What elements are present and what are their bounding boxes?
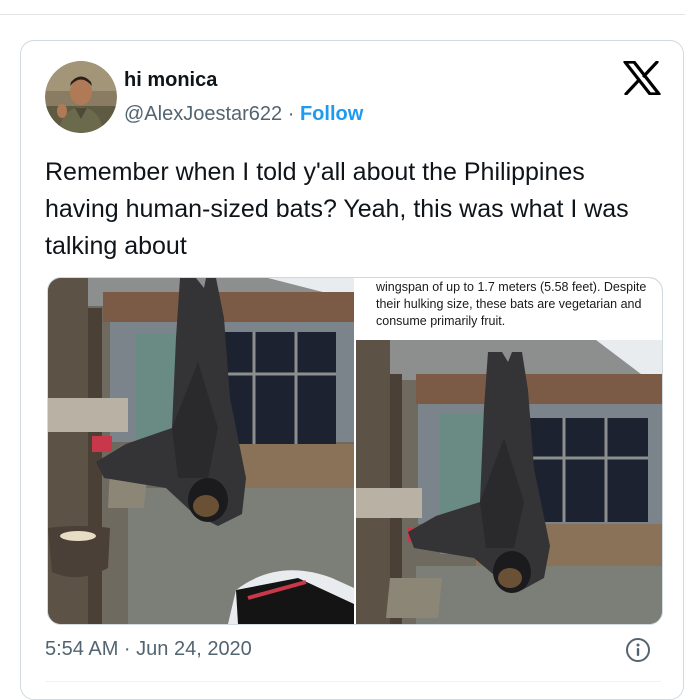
author-handle-row: @AlexJoestar622 · Follow	[124, 103, 363, 126]
x-logo-icon[interactable]	[623, 60, 661, 96]
tweet-text: Remember when I told y'all about the Phi…	[45, 158, 629, 260]
page-top-strip	[0, 0, 685, 15]
media-caption: wingspan of up to 1.7 meters (5.58 feet)…	[356, 278, 662, 340]
avatar-image	[45, 61, 117, 133]
tweet-media[interactable]: wingspan of up to 1.7 meters (5.58 feet)…	[47, 277, 663, 625]
author-handle[interactable]: @AlexJoestar622	[124, 103, 282, 125]
follow-button[interactable]: Follow	[300, 103, 363, 125]
tweet-timestamp[interactable]: 5:54 AM · Jun 24, 2020	[45, 638, 252, 661]
media-photo-left[interactable]	[48, 278, 354, 624]
author-name[interactable]: hi monica	[124, 69, 217, 92]
card-divider	[45, 681, 661, 682]
handle-separator: ·	[287, 103, 295, 125]
avatar[interactable]	[45, 61, 117, 133]
media-photo-right[interactable]: wingspan of up to 1.7 meters (5.58 feet)…	[356, 278, 662, 624]
info-icon[interactable]	[625, 637, 651, 663]
tweet-card[interactable]: hi monica @AlexJoestar622 · Follow Remem…	[20, 40, 684, 700]
cropped-text-fragment	[150, 0, 159, 14]
bat-photo-left	[48, 278, 354, 624]
